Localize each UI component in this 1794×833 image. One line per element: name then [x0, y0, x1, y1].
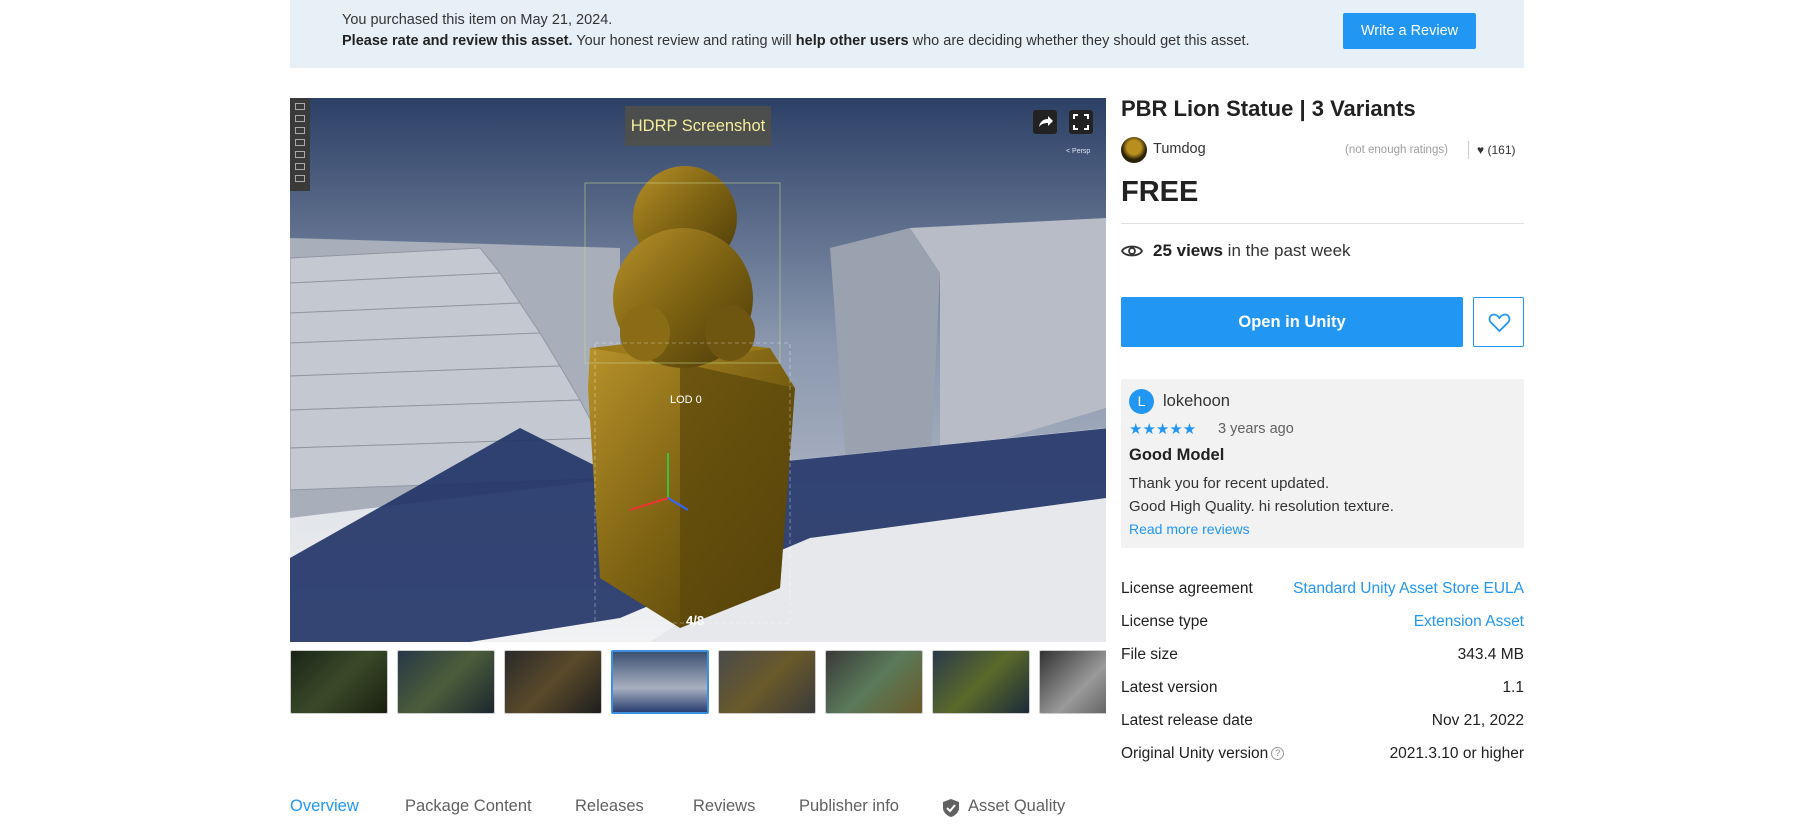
media-viewer[interactable]: HDRP Screenshot < Persp LOD 0 4/8 — [290, 98, 1106, 642]
thumbnail-5[interactable] — [718, 650, 816, 714]
favorites-count: ♥ (161) — [1477, 143, 1515, 157]
thumbnail-4[interactable] — [611, 650, 709, 714]
editor-toolstrip — [290, 98, 310, 191]
shield-check-icon — [943, 799, 959, 817]
review-stars: ★★★★★ — [1129, 421, 1197, 438]
detail-row: License type Extension Asset — [1121, 613, 1524, 646]
thumbnail-7[interactable] — [932, 650, 1030, 714]
review-prompt-part-2: who are deciding whether they should get… — [908, 33, 1250, 49]
publisher-link[interactable]: Tumdog — [1153, 141, 1206, 157]
review-prompt-part: Your honest review and rating will — [572, 33, 796, 49]
move-tool-icon — [295, 115, 305, 122]
lion-statue-screenshot — [290, 98, 1106, 642]
publisher-avatar[interactable] — [1121, 137, 1147, 163]
perspective-label: < Persp — [1066, 148, 1091, 155]
reviewer-name: lokehoon — [1163, 392, 1230, 410]
tab-reviews[interactable]: Reviews — [693, 797, 755, 816]
open-in-unity-button[interactable]: Open in Unity — [1121, 297, 1463, 347]
views-number: 25 views — [1153, 241, 1223, 260]
screenshot-caption: HDRP Screenshot — [625, 106, 771, 146]
rect-tool-icon — [295, 151, 305, 158]
thumbnail-2[interactable] — [397, 650, 495, 714]
tab-package-content[interactable]: Package Content — [405, 797, 532, 816]
fullscreen-icon[interactable] — [1069, 110, 1093, 134]
product-title: PBR Lion Statue | 3 Variants — [1121, 96, 1416, 121]
share-icon[interactable] — [1033, 110, 1057, 134]
tab-releases[interactable]: Releases — [575, 797, 644, 816]
detail-value: 1.1 — [1502, 679, 1524, 696]
hand-tool-icon — [295, 103, 305, 110]
detail-row: File size 343.4 MB — [1121, 646, 1524, 679]
divider — [1121, 223, 1524, 224]
asset-details: License agreement Standard Unity Asset S… — [1121, 580, 1524, 778]
scale-tool-icon — [295, 139, 305, 146]
thumbnail-6[interactable] — [825, 650, 923, 714]
detail-key: File size — [1121, 646, 1178, 663]
detail-value: 2021.3.10 or higher — [1389, 745, 1524, 762]
review-card: L lokehoon ★★★★★ 3 years ago Good Model … — [1121, 379, 1524, 548]
review-body: Thank you for recent updated. — [1129, 475, 1330, 492]
purchase-date-text: You purchased this item on May 21, 2024. — [342, 12, 613, 28]
detail-key: Original Unity version? — [1121, 745, 1285, 763]
license-agreement-link[interactable]: Standard Unity Asset Store EULA — [1293, 580, 1524, 598]
price: FREE — [1121, 176, 1199, 208]
custom-tool-icon — [295, 175, 305, 182]
tab-asset-quality[interactable]: Asset Quality — [968, 797, 1065, 816]
detail-key-text: Original Unity version — [1121, 745, 1269, 762]
tab-publisher-info[interactable]: Publisher info — [799, 797, 899, 816]
favorites-value: (161) — [1487, 143, 1516, 157]
heart-outline-icon — [1488, 313, 1511, 333]
thumbnail-strip — [290, 650, 1106, 716]
detail-key: License agreement — [1121, 580, 1253, 597]
write-review-button[interactable]: Write a Review — [1343, 13, 1476, 49]
ratings-note: (not enough ratings) — [1345, 144, 1448, 156]
thumbnail-1[interactable] — [290, 650, 388, 714]
thumbnail-3[interactable] — [504, 650, 602, 714]
views-suffix: in the past week — [1222, 241, 1351, 260]
review-body-2: Good High Quality. hi resolution texture… — [1129, 498, 1394, 515]
read-more-reviews-link[interactable]: Read more reviews — [1129, 521, 1250, 537]
favorite-button[interactable] — [1473, 297, 1524, 347]
eye-icon — [1121, 245, 1143, 257]
detail-key: Latest version — [1121, 679, 1218, 696]
detail-value: 343.4 MB — [1457, 646, 1524, 663]
help-icon[interactable]: ? — [1271, 747, 1285, 761]
tab-overview[interactable]: Overview — [290, 797, 359, 816]
license-type-link[interactable]: Extension Asset — [1414, 613, 1524, 631]
detail-row: License agreement Standard Unity Asset S… — [1121, 580, 1524, 613]
image-counter: 4/8 — [686, 613, 705, 628]
detail-key: License type — [1121, 613, 1209, 630]
heart-icon: ♥ — [1477, 143, 1485, 157]
detail-row: Original Unity version? 2021.3.10 or hig… — [1121, 745, 1524, 778]
transform-tool-icon — [295, 163, 305, 170]
divider — [1468, 141, 1469, 159]
review-prompt-text: Please rate and review this asset. Your … — [342, 33, 1250, 49]
thumbnail-8[interactable] — [1039, 650, 1106, 714]
detail-row: Latest release date Nov 21, 2022 — [1121, 712, 1524, 745]
review-prompt-bold: Please rate and review this asset. — [342, 33, 573, 49]
views-count: 25 views in the past week — [1153, 241, 1351, 261]
review-title: Good Model — [1129, 446, 1225, 464]
detail-value: Nov 21, 2022 — [1431, 712, 1524, 729]
detail-row: Latest version 1.1 — [1121, 679, 1524, 712]
rotate-tool-icon — [295, 127, 305, 134]
purchase-banner: You purchased this item on May 21, 2024.… — [290, 0, 1524, 68]
review-prompt-bold-2: help other users — [795, 33, 909, 49]
reviewer-avatar: L — [1129, 389, 1154, 414]
detail-key: Latest release date — [1121, 712, 1253, 729]
review-date: 3 years ago — [1218, 421, 1294, 437]
lod-label: LOD 0 — [670, 394, 702, 406]
